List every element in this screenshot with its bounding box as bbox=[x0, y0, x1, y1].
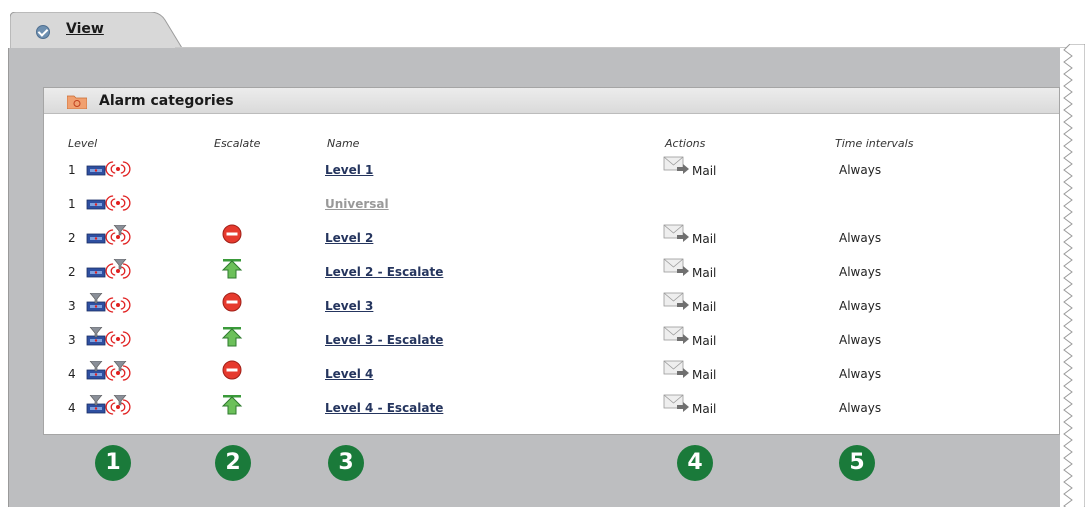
level-number: 4 bbox=[68, 401, 76, 415]
mail-icon bbox=[663, 292, 689, 310]
level-2-icon bbox=[86, 259, 131, 279]
level-number: 2 bbox=[68, 265, 76, 279]
column-header-time-intervals: Time intervals bbox=[835, 137, 914, 150]
mail-icon bbox=[663, 394, 689, 412]
stop-icon bbox=[222, 360, 242, 380]
time-interval-label: Always bbox=[839, 163, 882, 177]
alarm-categories-view: View Alarm categories Level Escalate Nam… bbox=[0, 0, 1085, 507]
action-label: Mail bbox=[692, 334, 717, 348]
category-name-link[interactable]: Level 3 bbox=[325, 299, 373, 313]
section-title: Alarm categories bbox=[99, 93, 234, 109]
column-header-level: Level bbox=[68, 137, 98, 150]
time-interval-label: Always bbox=[839, 401, 882, 415]
callout-1: 1 bbox=[95, 445, 131, 481]
escalate-up-icon bbox=[221, 395, 243, 415]
level-3-icon bbox=[86, 293, 131, 313]
action-label: Mail bbox=[692, 266, 717, 280]
time-interval-label: Always bbox=[839, 367, 882, 381]
alarm-category-row: 4 Level 4 - Escalate Mail Always bbox=[44, 393, 1059, 427]
stop-icon bbox=[222, 292, 242, 312]
time-interval-label: Always bbox=[839, 265, 882, 279]
column-header-escalate: Escalate bbox=[214, 137, 261, 150]
level-number: 3 bbox=[68, 333, 76, 347]
alarm-category-row: 4 Level 4 Mail Always bbox=[44, 359, 1059, 393]
callout-2: 2 bbox=[215, 445, 251, 481]
tab-label[interactable]: View bbox=[66, 21, 104, 37]
column-header-name: Name bbox=[327, 137, 360, 150]
alarm-category-row: 1 Level 1 Mail Always bbox=[44, 155, 1059, 189]
category-name-link[interactable]: Level 4 - Escalate bbox=[325, 401, 443, 415]
callout-4: 4 bbox=[677, 445, 713, 481]
mail-icon bbox=[663, 360, 689, 378]
category-name-link[interactable]: Level 2 - Escalate bbox=[325, 265, 443, 279]
section-header: Alarm categories bbox=[44, 88, 1059, 114]
category-name-link[interactable]: Level 2 bbox=[325, 231, 373, 245]
level-2-icon bbox=[86, 225, 131, 245]
escalate-up-icon bbox=[221, 259, 243, 279]
level-number: 4 bbox=[68, 367, 76, 381]
level-number: 1 bbox=[68, 163, 76, 177]
mail-icon bbox=[663, 258, 689, 276]
alarm-category-row: 1 Universal bbox=[44, 189, 1059, 223]
escalate-up-icon bbox=[221, 327, 243, 347]
level-4-icon bbox=[86, 361, 131, 381]
column-header-actions: Actions bbox=[665, 137, 706, 150]
level-4-icon bbox=[86, 395, 131, 415]
check-icon bbox=[36, 25, 50, 39]
time-interval-label: Always bbox=[839, 299, 882, 313]
action-label: Mail bbox=[692, 402, 717, 416]
action-label: Mail bbox=[692, 232, 717, 246]
mail-icon bbox=[663, 224, 689, 242]
alarm-category-row: 3 Level 3 Mail Always bbox=[44, 291, 1059, 325]
action-label: Mail bbox=[692, 368, 717, 382]
category-name-link[interactable]: Level 4 bbox=[325, 367, 373, 381]
mail-icon bbox=[663, 326, 689, 344]
alarm-category-row: 2 Level 2 - Escalate Mail Always bbox=[44, 257, 1059, 291]
alarm-categories-section: Alarm categories Level Escalate Name Act… bbox=[43, 87, 1060, 435]
callout-3: 3 bbox=[328, 445, 364, 481]
folder-alarm-icon bbox=[67, 95, 87, 109]
category-name-link[interactable]: Universal bbox=[325, 197, 389, 211]
time-interval-label: Always bbox=[839, 231, 882, 245]
callout-5: 5 bbox=[839, 445, 875, 481]
category-name-link[interactable]: Level 3 - Escalate bbox=[325, 333, 443, 347]
alarm-category-row: 3 Level 3 - Escalate Mail Always bbox=[44, 325, 1059, 359]
action-label: Mail bbox=[692, 164, 717, 178]
level-1-icon bbox=[86, 195, 131, 211]
level-3-icon bbox=[86, 327, 131, 347]
category-name-link[interactable]: Level 1 bbox=[325, 163, 373, 177]
level-number: 2 bbox=[68, 231, 76, 245]
level-1-icon bbox=[86, 161, 131, 177]
action-label: Mail bbox=[692, 300, 717, 314]
mail-icon bbox=[663, 156, 689, 174]
view-tab[interactable]: View bbox=[10, 12, 185, 52]
level-number: 1 bbox=[68, 197, 76, 211]
alarm-category-row: 2 Level 2 Mail Always bbox=[44, 223, 1059, 257]
stop-icon bbox=[222, 224, 242, 244]
time-interval-label: Always bbox=[839, 333, 882, 347]
level-number: 3 bbox=[68, 299, 76, 313]
